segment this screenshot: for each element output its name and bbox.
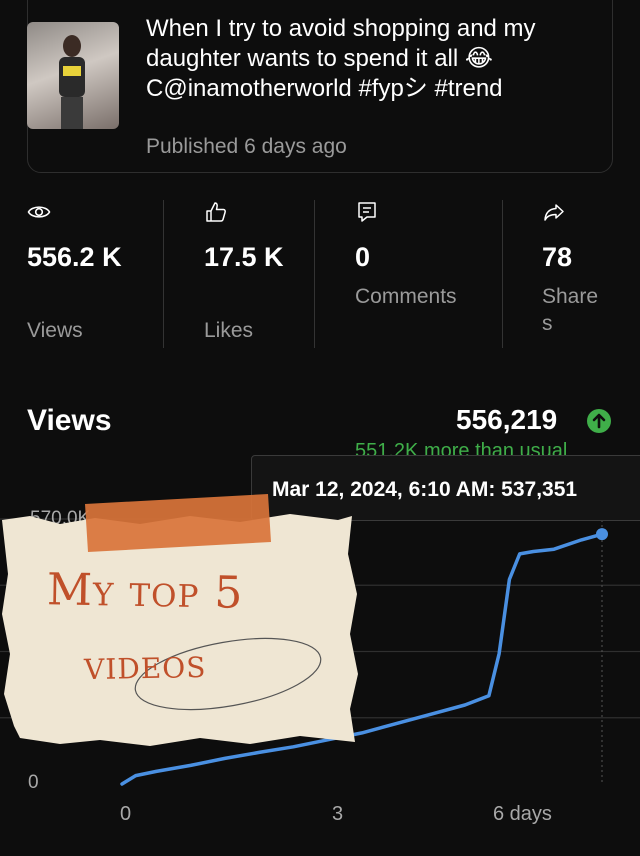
sticker-line-1: My top 5 <box>46 564 244 619</box>
video-thumbnail[interactable] <box>27 22 119 129</box>
x-tick-label-0: 0 <box>120 803 132 825</box>
sticker-tape <box>85 494 271 552</box>
views-total: 556,219 <box>456 404 558 435</box>
stat-divider <box>502 200 503 348</box>
y-tick-label-zero: 0 <box>28 772 39 793</box>
published-date: Published 6 days ago <box>146 135 347 158</box>
video-title: When I try to avoid shopping and my daug… <box>146 15 536 102</box>
views-section-title: Views <box>27 404 112 437</box>
views-label: Views <box>27 319 83 342</box>
sticker-overlay <box>2 494 358 746</box>
x-tick-label-3: 3 <box>332 803 344 825</box>
stat-views: 556.2 K Views <box>27 200 147 348</box>
stat-shares: 78 Shares <box>542 200 612 348</box>
stat-likes: 17.5 K Likes <box>204 200 304 348</box>
eye-icon <box>27 206 51 218</box>
stat-comments: 0 Comments <box>355 200 470 348</box>
shares-label: Shares <box>542 285 599 335</box>
stat-divider <box>163 200 164 348</box>
thumbs-up-icon <box>206 202 226 222</box>
arrow-up-icon <box>587 409 611 433</box>
shares-count: 78 <box>542 242 573 272</box>
sticker-paper <box>2 514 358 746</box>
likes-label: Likes <box>204 319 254 342</box>
comments-count: 0 <box>355 242 371 272</box>
share-icon <box>544 204 564 221</box>
comment-icon <box>358 202 376 222</box>
likes-count: 17.5 K <box>204 242 284 272</box>
views-count: 556.2 K <box>27 242 122 272</box>
tooltip-data-point[interactable] <box>596 528 608 541</box>
x-tick-label-6: 6 days <box>493 803 552 825</box>
stat-divider <box>314 200 315 348</box>
thumbnail-person-image <box>59 35 85 129</box>
comments-label: Comments <box>355 285 457 308</box>
sticker-line-2: videos <box>83 640 207 690</box>
